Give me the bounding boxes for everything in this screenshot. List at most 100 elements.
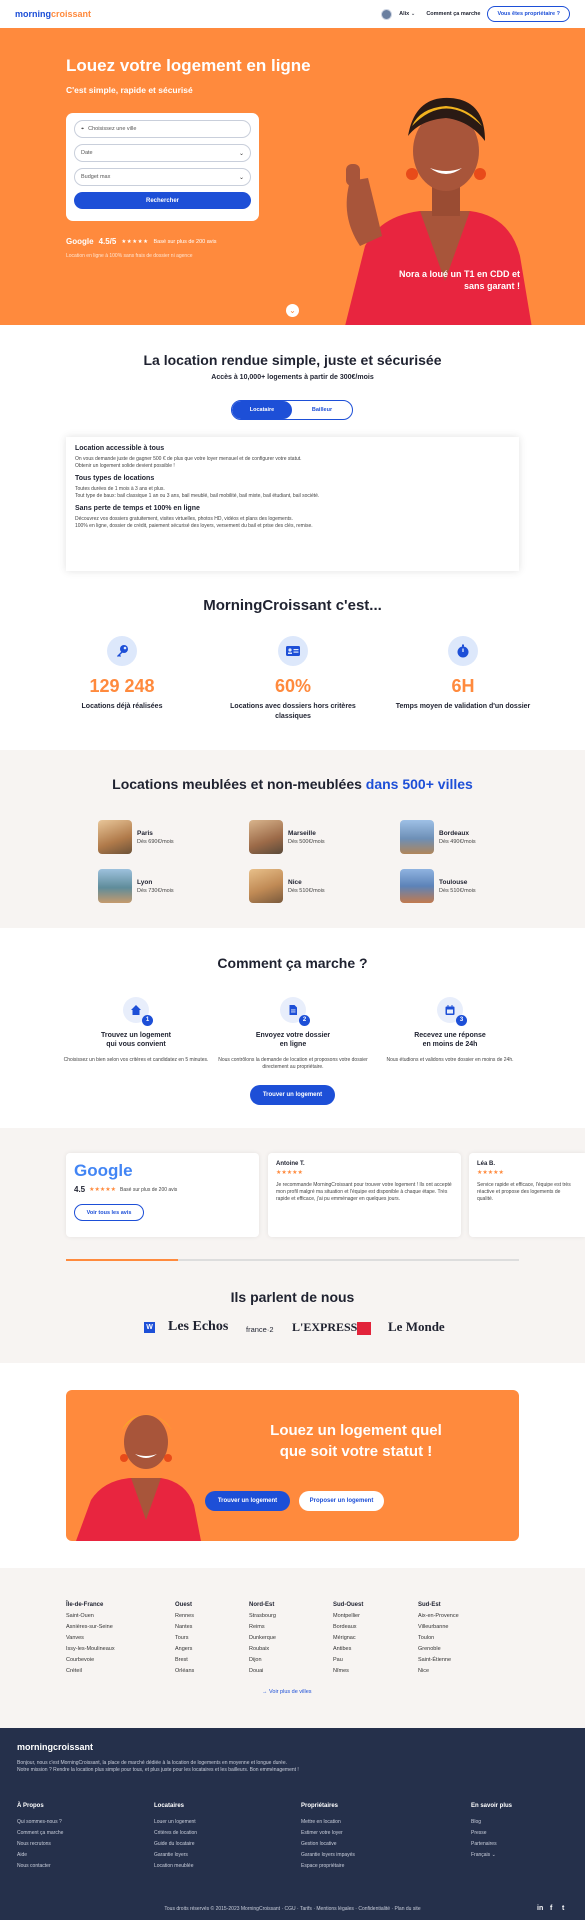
footer-city-link[interactable]: Tours: [175, 1633, 194, 1644]
carousel-track[interactable]: [66, 1259, 519, 1261]
footer-city-link[interactable]: Nice: [418, 1666, 459, 1677]
review-text: Je recommande MorningCroissant pour trou…: [276, 1182, 452, 1202]
card-line: On vous demande juste de gagner 500 € de…: [75, 456, 302, 462]
tab-tenant[interactable]: Locataire: [232, 401, 292, 419]
step-number: 2: [299, 1015, 310, 1026]
user-menu[interactable]: Alix ⌄: [399, 11, 415, 17]
date-select[interactable]: Date ⌄: [74, 144, 251, 162]
footer-city-link[interactable]: Montpellier: [333, 1611, 363, 1622]
stat-item: 6H Temps moyen de validation d'un dossie…: [388, 636, 538, 712]
card-text: Toutes durées de 1 mois à 3 ans et plus.…: [75, 486, 510, 500]
city-card[interactable]: Lyon Dès 730€/mois: [98, 869, 174, 903]
footer-city-column: Île-de-France Saint-Ouen Asnières-sur-Se…: [66, 1600, 115, 1677]
hero-note: Location en ligne à 100% sans frais de d…: [66, 253, 193, 259]
footer-city-link[interactable]: Antibes: [333, 1644, 363, 1655]
search-button[interactable]: Rechercher: [74, 192, 251, 209]
footer-city-link[interactable]: Nantes: [175, 1622, 194, 1633]
footer-city-link[interactable]: Rennes: [175, 1611, 194, 1622]
stats-title: MorningCroissant c'est...: [203, 597, 382, 614]
user-name: Alix: [399, 11, 410, 17]
footer-city-link[interactable]: Douai: [249, 1666, 276, 1677]
city-price: Dès 730€/mois: [137, 887, 174, 894]
footer-city-link[interactable]: Dijon: [249, 1655, 276, 1666]
owner-button[interactable]: Vous êtes propriétaire ?: [487, 6, 570, 22]
city-name: Nice: [288, 878, 302, 886]
city-photo: [98, 869, 132, 903]
footer-city-link[interactable]: Roubaix: [249, 1644, 276, 1655]
footer-city-link[interactable]: Créteil: [66, 1666, 115, 1677]
footer-link[interactable]: Comment ça marche: [17, 1828, 63, 1839]
tab-owner[interactable]: Bailleur: [292, 401, 352, 419]
footer-link[interactable]: Critères de location: [154, 1828, 197, 1839]
step-item: 3 Recevez une réponse en moins de 24h Nou…: [375, 997, 525, 1064]
footer-city-link[interactable]: Pau: [333, 1655, 363, 1666]
all-cities-link[interactable]: → Voir plus de villes: [262, 1689, 312, 1695]
intro-title: La location rendue simple, juste et sécu…: [143, 352, 442, 368]
promo-offer-button[interactable]: Proposer un logement: [299, 1491, 384, 1511]
footer-city-link[interactable]: Vanves: [66, 1633, 115, 1644]
footer-city-link[interactable]: Nîmes: [333, 1666, 363, 1677]
footer-city-link[interactable]: Asnières-sur-Seine: [66, 1622, 115, 1633]
city-card[interactable]: Marseille Dès 500€/mois: [249, 820, 325, 854]
footer-link[interactable]: Mettre en location: [301, 1817, 355, 1828]
footer-city-link[interactable]: Bordeaux: [333, 1622, 363, 1633]
avatar[interactable]: [381, 8, 393, 20]
footer-link[interactable]: Presse: [471, 1828, 512, 1839]
footer-link[interactable]: Nous contacter: [17, 1861, 63, 1872]
step-title-line: Recevez une réponse: [414, 1032, 486, 1039]
hero-quote: Nora a loué un T1 en CDD et sans garant …: [398, 269, 520, 291]
footer-city-link[interactable]: Mérignac: [333, 1633, 363, 1644]
footer-link[interactable]: Garantie loyers: [154, 1850, 197, 1861]
footer-link[interactable]: Guide du locataire: [154, 1839, 197, 1850]
footer-city-link[interactable]: Villeurbanne: [418, 1622, 459, 1633]
linkedin-icon[interactable]: in: [537, 1905, 543, 1912]
footer-link[interactable]: Gestion locative: [301, 1839, 355, 1850]
rating-stars: ★★★★★: [121, 238, 149, 245]
city-card[interactable]: Toulouse Dès 510€/mois: [400, 869, 476, 903]
city-price: Dès 500€/mois: [288, 838, 325, 845]
footer-column: Locataires Louer un logement Critères de…: [154, 1801, 197, 1872]
logo[interactable]: morningcroissant: [15, 9, 91, 19]
footer-link[interactable]: Location meublée: [154, 1861, 197, 1872]
footer-link[interactable]: Louer un logement: [154, 1817, 197, 1828]
footer-city-link[interactable]: Saint-Étienne: [418, 1655, 459, 1666]
footer-city-link[interactable]: Toulon: [418, 1633, 459, 1644]
footer-city-link[interactable]: Issy-les-Moulineaux: [66, 1644, 115, 1655]
location-input[interactable]: ⌖ Choisissez une ville: [74, 120, 251, 138]
find-housing-button[interactable]: Trouver un logement: [250, 1085, 335, 1105]
footer-link[interactable]: Blog: [471, 1817, 512, 1828]
footer-link[interactable]: Nous recrutons: [17, 1839, 63, 1850]
footer-city-link[interactable]: Strasbourg: [249, 1611, 276, 1622]
google-logo: Google: [74, 1161, 133, 1180]
budget-select[interactable]: Budget max ⌄: [74, 168, 251, 186]
twitter-icon[interactable]: t: [562, 1905, 564, 1912]
footer-city-link[interactable]: Orléans: [175, 1666, 194, 1677]
facebook-icon[interactable]: f: [550, 1905, 552, 1912]
city-card[interactable]: Paris Dès 690€/mois: [98, 820, 174, 854]
footer-link[interactable]: Partenaires: [471, 1839, 512, 1850]
all-cities-label: Voir plus de villes: [269, 1689, 312, 1695]
language-select[interactable]: Français ⌄: [471, 1850, 512, 1861]
promo-banner: Louez un logement quel que soit votre sta…: [66, 1390, 519, 1541]
scroll-down-icon[interactable]: ⌄: [286, 304, 299, 317]
promo-find-button[interactable]: Trouver un logement: [205, 1491, 290, 1511]
footer-city-link[interactable]: Reims: [249, 1622, 276, 1633]
footer-link[interactable]: Espace propriétaire: [301, 1861, 355, 1872]
how-it-works-link[interactable]: Comment ça marche: [426, 11, 480, 17]
footer-link[interactable]: Qui sommes-nous ?: [17, 1817, 63, 1828]
footer-city-link[interactable]: Angers: [175, 1644, 194, 1655]
footer-link[interactable]: Estimer votre loyer: [301, 1828, 355, 1839]
footer-logo[interactable]: morningcroissant: [17, 1742, 93, 1752]
footer-city-link[interactable]: Dunkerque: [249, 1633, 276, 1644]
city-price: Dès 510€/mois: [288, 887, 325, 894]
footer-link[interactable]: Aide: [17, 1850, 63, 1861]
footer-city-link[interactable]: Saint-Ouen: [66, 1611, 115, 1622]
all-reviews-button[interactable]: Voir tous les avis: [74, 1204, 144, 1221]
footer-city-link[interactable]: Grenoble: [418, 1644, 459, 1655]
city-card[interactable]: Nice Dès 510€/mois: [249, 869, 325, 903]
footer-city-link[interactable]: Courbevoie: [66, 1655, 115, 1666]
footer-city-link[interactable]: Brest: [175, 1655, 194, 1666]
footer-link[interactable]: Garantie loyers impayés: [301, 1850, 355, 1861]
footer-city-link[interactable]: Aix-en-Provence: [418, 1611, 459, 1622]
city-card[interactable]: Bordeaux Dès 490€/mois: [400, 820, 476, 854]
